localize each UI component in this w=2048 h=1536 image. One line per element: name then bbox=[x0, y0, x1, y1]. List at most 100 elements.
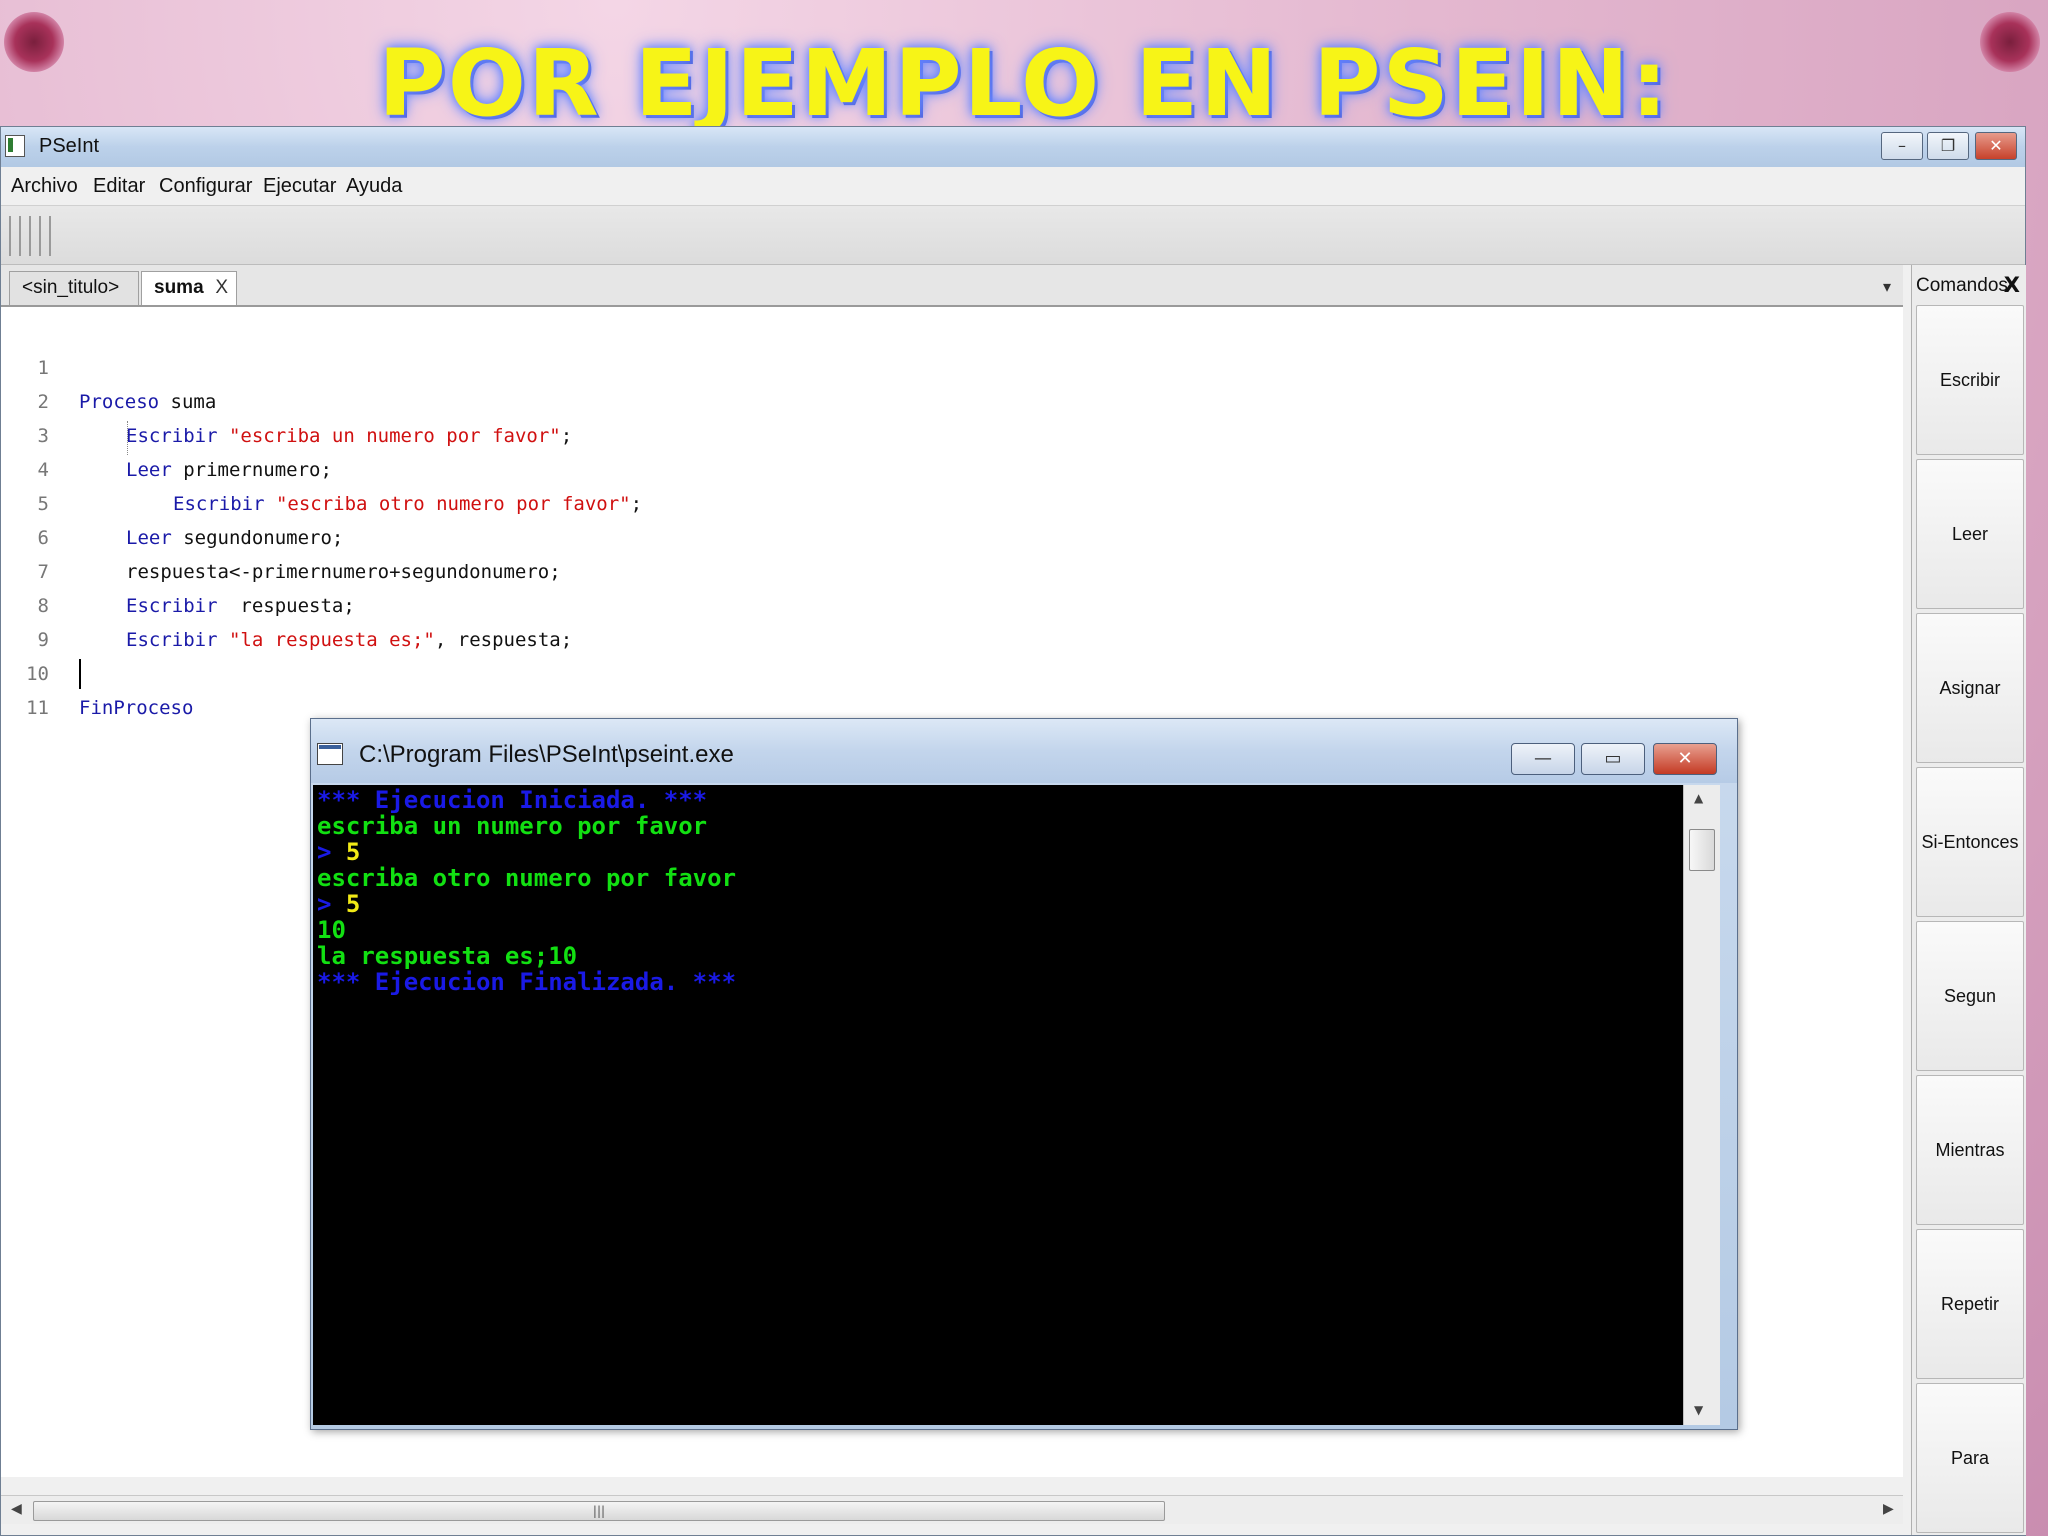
menu-ayuda[interactable]: Ayuda bbox=[346, 175, 402, 198]
menu-bar: Archivo Editar Configurar Ejecutar Ayuda bbox=[1, 167, 2025, 206]
keyword: Proceso bbox=[79, 391, 160, 413]
toolbar bbox=[1, 206, 2025, 265]
console-output[interactable]: *** Ejecucion Iniciada. *** escriba un n… bbox=[313, 785, 1683, 1425]
console-restore-button[interactable]: ▭ bbox=[1581, 743, 1645, 775]
scroll-up-icon[interactable]: ▲ bbox=[1694, 791, 1703, 805]
console-titlebar[interactable]: C:\Program Files\PSeInt\pseint.exe — ▭ ✕ bbox=[311, 719, 1737, 783]
restore-button[interactable]: ❐ bbox=[1927, 132, 1969, 160]
console-prompt: > bbox=[317, 890, 346, 918]
code-line: 11 bbox=[1, 657, 70, 719]
text-cursor bbox=[79, 659, 81, 689]
line-code: Leer segundonumero; bbox=[126, 521, 343, 555]
line-code: Proceso suma bbox=[79, 385, 216, 419]
keyword: FinProceso bbox=[79, 697, 194, 719]
scroll-left-icon[interactable]: ◀ bbox=[11, 1501, 22, 1517]
console-input-value: 5 bbox=[345, 838, 361, 866]
toolbar-grip[interactable] bbox=[9, 216, 11, 256]
code-line: 4 Escribir "escriba otro numero por favo… bbox=[1, 419, 642, 515]
tab-label: <sin_titulo> bbox=[22, 277, 120, 298]
scroll-down-icon[interactable]: ▼ bbox=[1694, 1403, 1703, 1417]
console-prompt: > bbox=[317, 838, 346, 866]
command-repetir-button[interactable]: Repetir bbox=[1916, 1229, 2024, 1379]
code-line: 7 Escribir respuesta; bbox=[1, 521, 355, 617]
line-code: Escribir "escriba otro numero por favor"… bbox=[173, 487, 642, 521]
slide-title: POR EJEMPLO EN PSEIN: bbox=[378, 30, 1670, 137]
console-line: *** Ejecucion Iniciada. *** bbox=[317, 786, 708, 814]
command-si-entonces-button[interactable]: Si-Entonces bbox=[1916, 767, 2024, 917]
code-line: 6 respuesta<-primernumero+segundonumero; bbox=[1, 487, 561, 583]
console-line: la respuesta es;10 bbox=[317, 942, 578, 970]
line-code: Escribir "escriba un numero por favor"; bbox=[126, 419, 572, 453]
console-line: *** Ejecucion Finalizada. *** bbox=[317, 968, 737, 996]
console-close-button[interactable]: ✕ bbox=[1653, 743, 1717, 775]
console-minimize-button[interactable]: — bbox=[1511, 743, 1575, 775]
indent-guide bbox=[127, 421, 128, 455]
menu-configurar[interactable]: Configurar bbox=[159, 175, 252, 198]
tab-close-icon[interactable]: X bbox=[215, 272, 228, 304]
console-line: escriba un numero por favor bbox=[317, 812, 708, 840]
string-literal: "la respuesta es;" bbox=[228, 629, 435, 651]
keyword: Escribir bbox=[126, 629, 218, 651]
console-input-line: > 5 bbox=[317, 839, 360, 865]
window-titlebar[interactable]: PSeInt – ❐ ✕ bbox=[1, 127, 2025, 168]
console-icon bbox=[317, 743, 343, 765]
line-code: Escribir respuesta; bbox=[126, 589, 355, 623]
scrollbar-thumb[interactable] bbox=[1689, 829, 1715, 871]
tab-list-dropdown-icon[interactable]: ▾ bbox=[1883, 277, 1891, 296]
command-segun-button[interactable]: Segun bbox=[1916, 921, 2024, 1071]
code-line: 5 Leer segundonumero; bbox=[1, 453, 344, 549]
grip-icon: ||| bbox=[592, 1504, 606, 1518]
keyword: Leer bbox=[126, 459, 172, 481]
tab-label: suma bbox=[154, 277, 204, 298]
app-icon bbox=[5, 135, 25, 157]
console-line: escriba otro numero por favor bbox=[317, 864, 737, 892]
tab-sin-titulo[interactable]: <sin_titulo> bbox=[9, 271, 139, 305]
line-code: FinProceso bbox=[79, 691, 193, 725]
horizontal-scrollbar[interactable]: ◀ ||| ▶ bbox=[1, 1495, 1903, 1524]
toolbar-grip bbox=[19, 216, 21, 256]
tab-bar: <sin_titulo> suma X ▾ bbox=[1, 265, 1903, 307]
menu-archivo[interactable]: Archivo bbox=[11, 175, 78, 198]
command-para-button[interactable]: Para bbox=[1916, 1383, 2024, 1533]
toolbar-grip bbox=[29, 216, 31, 256]
code-text: respuesta<-primernumero+segundonumero; bbox=[126, 561, 561, 583]
code-line: 3 Leer primernumero; bbox=[1, 385, 332, 481]
minimize-button[interactable]: – bbox=[1881, 132, 1923, 160]
line-number: 11 bbox=[26, 697, 49, 719]
scrollbar-thumb[interactable]: ||| bbox=[33, 1501, 1165, 1521]
code-line: 2 Escribir "escriba un numero por favor"… bbox=[1, 351, 573, 447]
command-mientras-button[interactable]: Mientras bbox=[1916, 1075, 2024, 1225]
code-line: 10 FinProceso bbox=[1, 623, 193, 719]
keyword: Leer bbox=[126, 527, 172, 549]
close-button[interactable]: ✕ bbox=[1975, 132, 2017, 160]
keyword: Escribir bbox=[126, 595, 218, 617]
command-escribir-button[interactable]: Escribir bbox=[1916, 305, 2024, 455]
scroll-right-icon[interactable]: ▶ bbox=[1883, 1501, 1894, 1517]
code-text: respuesta; bbox=[217, 595, 355, 617]
toolbar-grip bbox=[39, 216, 41, 256]
line-code: Leer primernumero; bbox=[126, 453, 332, 487]
commands-close-icon[interactable]: X bbox=[2004, 273, 2020, 297]
menu-ejecutar[interactable]: Ejecutar bbox=[263, 175, 336, 198]
toolbar-grip bbox=[49, 216, 51, 256]
code-line: 1 Proceso suma bbox=[1, 317, 217, 413]
console-vertical-scrollbar[interactable]: ▲ ▼ bbox=[1683, 785, 1720, 1425]
string-literal: "escriba un numero por favor" bbox=[228, 425, 561, 447]
tab-suma[interactable]: suma X bbox=[141, 271, 237, 305]
console-input-line: > 5 bbox=[317, 891, 360, 917]
window-title: PSeInt bbox=[39, 135, 100, 157]
command-asignar-button[interactable]: Asignar bbox=[1916, 613, 2024, 763]
keyword: Escribir bbox=[126, 425, 218, 447]
line-code: respuesta<-primernumero+segundonumero; bbox=[126, 555, 561, 589]
menu-editar[interactable]: Editar bbox=[93, 175, 145, 198]
code-text: primernumero; bbox=[171, 459, 332, 481]
command-leer-button[interactable]: Leer bbox=[1916, 459, 2024, 609]
console-line: 10 bbox=[317, 916, 346, 944]
code-text: suma bbox=[159, 391, 217, 413]
code-text: , respuesta; bbox=[434, 629, 573, 651]
string-literal: "escriba otro numero por favor" bbox=[275, 493, 631, 515]
code-text: segundonumero; bbox=[171, 527, 344, 549]
code-line: 9 bbox=[1, 589, 70, 651]
